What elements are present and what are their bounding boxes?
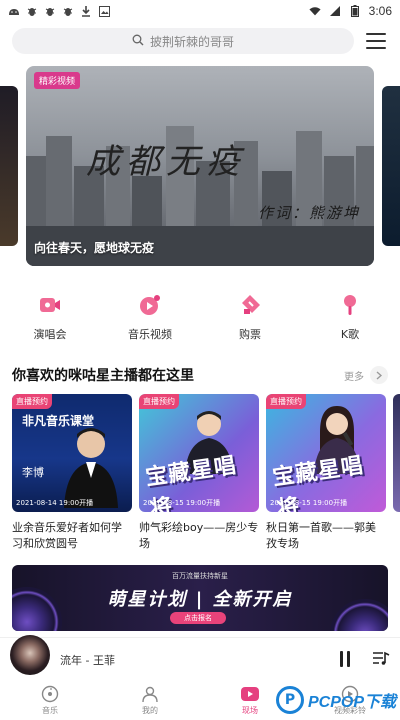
card-thumbnail: 宝藏星唱将 直播预约 2021-08-15 19:00开播 [139, 394, 259, 512]
tab-label: 现场 [242, 706, 258, 715]
card-thumbnail: 非凡音乐课堂 李博 直播预约 2021-08-14 19:00开播 [12, 394, 132, 512]
bug-icon [26, 5, 38, 17]
chevron-right-icon [370, 366, 388, 384]
tab-mine[interactable]: 我的 [100, 681, 200, 720]
mini-player[interactable]: 流年 - 王菲 [0, 634, 400, 681]
search-icon [132, 34, 144, 49]
status-icons-left [8, 5, 110, 17]
card-date: 2021-08-15 19:00开播 [143, 499, 221, 507]
quick-entry-label: 购票 [239, 328, 261, 341]
card-art-name: 李博 [22, 466, 44, 479]
watermark-logo: P [276, 686, 304, 714]
image-icon [98, 5, 110, 17]
bug-icon [62, 5, 74, 17]
banner-credit: 作词：熊游坤 [257, 204, 360, 222]
ticket-icon [237, 292, 263, 318]
card-badge: 直播预约 [266, 394, 306, 409]
anchor-card[interactable]: 宝藏星唱将 直播预约 2021-08-15 19:00开播 帅气彩绘boy——房… [139, 394, 259, 552]
concert-icon [37, 292, 63, 318]
download-icon [80, 5, 92, 17]
more-button[interactable]: 更多 [344, 366, 388, 384]
banner-main[interactable]: 精彩视频 成都无疫 作词：熊游坤 向往春天，愿地球无疫 [26, 66, 374, 266]
watermark-text: PCPOP下载 [308, 694, 397, 711]
banner-prev-peek[interactable] [0, 86, 18, 246]
hamburger-icon [366, 33, 386, 35]
quick-entry-concert[interactable]: 演唱会 [0, 292, 100, 348]
card-badge: 直播预约 [139, 394, 179, 409]
more-label: 更多 [344, 371, 364, 383]
search-input[interactable]: 披荆斩棘的哥哥 [12, 28, 354, 54]
card-title: 业余音乐爱好者如何学习和欣赏圆号 [12, 521, 122, 550]
card-date: 2021-08-14 19:00开播 [16, 499, 94, 507]
tab-label: 音乐 [42, 706, 58, 715]
quick-entry-label: K歌 [340, 328, 360, 341]
clock: 3:06 [368, 4, 392, 18]
wifi-icon [309, 5, 321, 17]
quick-entry-music-video[interactable]: 音乐视频 [100, 292, 200, 348]
promo-subtitle: 百万流量扶持新星 [172, 572, 228, 580]
tab-label: 我的 [142, 706, 158, 715]
tab-music[interactable]: 音乐 [0, 681, 100, 720]
signal-icon [329, 5, 341, 17]
playlist-button[interactable] [372, 650, 390, 670]
playlist-icon [373, 651, 390, 665]
now-playing-song: 流年 - 王菲 [60, 653, 115, 667]
user-icon [142, 686, 158, 703]
quick-entry-row: 演唱会 音乐视频 购票 K歌 [0, 292, 400, 348]
bug-icon [44, 5, 56, 17]
live-icon [241, 687, 259, 701]
promo-signup-button[interactable]: 点击报名 [170, 612, 226, 624]
promo-title: 萌星计划 | 全新开启 [107, 589, 293, 610]
card-thumbnail: 宝藏星唱将 直播预约 2021-08-15 19:00开播 [266, 394, 386, 512]
player-controls [336, 650, 390, 670]
anchor-card-peek[interactable] [393, 394, 400, 512]
search-placeholder: 披荆斩棘的哥哥 [149, 34, 234, 49]
menu-button[interactable] [364, 30, 388, 52]
banner-headline: 成都无疫 [86, 142, 246, 182]
search-row: 披荆斩棘的哥哥 [0, 26, 400, 56]
promo-banner[interactable]: 百万流量扶持新星 萌星计划 | 全新开启 点击报名 [12, 565, 388, 631]
music-disc-icon [41, 685, 59, 703]
card-title: 秋日第一首歌——郭美孜专场 [266, 521, 376, 550]
host-portrait-image [64, 428, 118, 508]
quick-entry-label: 演唱会 [33, 328, 67, 341]
pause-button[interactable] [336, 650, 354, 669]
status-bar: 3:06 [0, 0, 400, 22]
anchor-card-list: 非凡音乐课堂 李博 直播预约 2021-08-14 19:00开播 业余音乐爱好… [12, 394, 400, 554]
card-thumbnail [393, 394, 400, 512]
card-date: 2021-08-15 19:00开播 [270, 499, 348, 507]
anchor-card[interactable]: 宝藏星唱将 直播预约 2021-08-15 19:00开播 秋日第一首歌——郭美… [266, 394, 386, 552]
banner-next-peek[interactable] [382, 86, 400, 246]
album-cover[interactable] [10, 634, 50, 675]
banner-caption: 向往春天，愿地球无疫 [34, 241, 155, 255]
anchor-card[interactable]: 非凡音乐课堂 李博 直播预约 2021-08-14 19:00开播 业余音乐爱好… [12, 394, 132, 552]
status-icons-right: 3:06 [309, 4, 392, 18]
battery-icon [349, 5, 361, 17]
quick-entry-ticket[interactable]: 购票 [200, 292, 300, 348]
quick-entry-karaoke[interactable]: K歌 [300, 292, 400, 348]
card-badge: 直播预约 [12, 394, 52, 409]
microphone-icon [337, 292, 363, 318]
section-title: 你喜欢的咪咕星主播都在这里 [12, 368, 194, 384]
section-header: 你喜欢的咪咕星主播都在这里 更多 [12, 364, 388, 386]
banner-tag: 精彩视频 [34, 72, 81, 89]
android-icon [8, 5, 20, 17]
pause-icon [340, 650, 343, 667]
quick-entry-label: 音乐视频 [128, 328, 172, 341]
banner-carousel[interactable]: 精彩视频 成都无疫 作词：熊游坤 向往春天，愿地球无疫 [0, 66, 400, 268]
card-title: 帅气彩绘boy——房少专场 [139, 521, 259, 550]
music-video-icon [137, 292, 163, 318]
site-watermark: P PCPOP下载 [276, 683, 400, 717]
